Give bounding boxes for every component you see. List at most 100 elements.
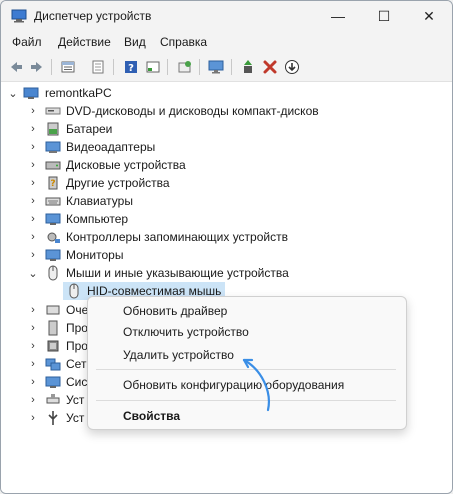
add-driver-button[interactable] xyxy=(238,57,258,77)
svg-text:?: ? xyxy=(50,179,55,189)
tree-root[interactable]: ⌄ remontkaPC xyxy=(1,84,452,102)
tree-item-mice[interactable]: ⌄ Мыши и иные указывающие устройства xyxy=(1,264,452,282)
details-icon xyxy=(146,61,160,73)
tree-item-label: Другие устройства xyxy=(66,176,170,190)
svg-text:?: ? xyxy=(128,63,134,74)
update-button[interactable] xyxy=(282,57,302,77)
tree-item-display-adapters[interactable]: › Видеоадаптеры xyxy=(1,138,452,156)
menu-help[interactable]: Справка xyxy=(160,35,207,49)
show-hidden-button[interactable] xyxy=(88,57,108,77)
close-button[interactable]: ✕ xyxy=(406,1,452,31)
tree-item-label: Видеоадаптеры xyxy=(66,140,156,154)
title-bar: Диспетчер устройств — ☐ ✕ xyxy=(1,1,452,31)
chevron-right-icon[interactable]: › xyxy=(27,194,39,208)
minimize-button[interactable]: — xyxy=(315,1,361,31)
remove-icon xyxy=(263,60,277,74)
chevron-right-icon[interactable]: › xyxy=(27,158,39,172)
tree-item-label: Мониторы xyxy=(66,248,124,262)
help-button[interactable]: ? xyxy=(121,57,141,77)
tree-item-label: Сет xyxy=(66,357,87,371)
tree-item-dvd[interactable]: › DVD-дисководы и дисководы компакт-диск… xyxy=(1,102,452,120)
properties-icon xyxy=(61,61,75,73)
computer-root-icon xyxy=(23,87,39,99)
details-button[interactable] xyxy=(143,57,163,77)
remove-button[interactable] xyxy=(260,57,280,77)
tree-item-keyboards[interactable]: › Клавиатуры xyxy=(1,192,452,210)
add-driver-icon xyxy=(244,60,252,73)
device-manager-app-icon xyxy=(11,9,27,23)
tree-root-label: remontkaPC xyxy=(45,86,112,100)
tree-item-label: Клавиатуры xyxy=(66,194,133,208)
menu-action[interactable]: Действие xyxy=(58,35,111,49)
dvd-icon xyxy=(45,107,61,115)
software-icon xyxy=(48,320,58,336)
chevron-down-icon[interactable]: ⌄ xyxy=(7,86,19,100)
back-icon xyxy=(11,62,22,72)
network-icon xyxy=(45,358,61,371)
monitor-icon xyxy=(45,249,61,261)
chevron-right-icon[interactable]: › xyxy=(27,140,39,154)
tree-item-label: Про xyxy=(66,321,88,335)
chevron-right-icon[interactable]: › xyxy=(27,122,39,136)
tree-item-label: Компьютер xyxy=(66,212,129,226)
ctx-separator xyxy=(96,369,396,370)
tree-item-label: Уст xyxy=(66,411,85,425)
back-button[interactable] xyxy=(6,57,26,77)
chevron-down-icon[interactable]: ⌄ xyxy=(27,266,39,280)
tree-item-label: Дисковые устройства xyxy=(66,158,186,172)
system-icon xyxy=(45,376,61,388)
hid-icon xyxy=(46,394,60,404)
tree-item-batteries[interactable]: › Батареи xyxy=(1,120,452,138)
chevron-right-icon[interactable]: › xyxy=(27,357,39,371)
chevron-right-icon[interactable]: › xyxy=(27,104,39,118)
disk-drive-icon xyxy=(45,161,61,170)
window-title: Диспетчер устройств xyxy=(34,9,152,23)
display-adapter-icon xyxy=(45,141,61,153)
tree-item-storage-controllers[interactable]: › Контроллеры запоминающих устройств xyxy=(1,228,452,246)
ctx-properties[interactable]: Свойства xyxy=(123,409,180,423)
ctx-uninstall-device[interactable]: Удалить устройство xyxy=(123,348,234,362)
chevron-right-icon[interactable]: › xyxy=(27,393,39,407)
chevron-right-icon[interactable]: › xyxy=(27,212,39,226)
tree-item-disk-drives[interactable]: › Дисковые устройства xyxy=(1,156,452,174)
monitor-button[interactable] xyxy=(206,57,226,77)
update-icon xyxy=(285,60,299,74)
tree-item-label: Мыши и иные указывающие устройства xyxy=(66,266,289,280)
ctx-disable-device[interactable]: Отключить устройство xyxy=(123,325,249,339)
maximize-icon: ☐ xyxy=(377,7,391,24)
menu-bar: Файл Действие Вид Справка xyxy=(1,31,452,53)
device-tree: ⌄ remontkaPC › DVD-дисководы и дисководы… xyxy=(1,82,452,493)
chevron-right-icon[interactable]: › xyxy=(27,375,39,389)
properties-button[interactable] xyxy=(58,57,78,77)
tree-item-label: Батареи xyxy=(66,122,113,136)
scan-hardware-icon xyxy=(178,61,191,73)
chevron-right-icon[interactable]: › xyxy=(27,339,39,353)
keyboard-icon xyxy=(45,197,61,206)
tree-item-label: DVD-дисководы и дисководы компакт-дисков xyxy=(66,104,319,118)
other-devices-icon: ? xyxy=(48,176,58,190)
monitor-icon xyxy=(208,60,224,74)
chevron-right-icon[interactable]: › xyxy=(27,303,39,317)
chevron-right-icon[interactable]: › xyxy=(27,248,39,262)
menu-view[interactable]: Вид xyxy=(124,35,146,49)
tree-item-label: Уст xyxy=(66,393,85,407)
scan-hardware-button[interactable] xyxy=(175,57,195,77)
menu-file[interactable]: Файл xyxy=(12,35,42,49)
tree-item-other-devices[interactable]: › ? Другие устройства xyxy=(1,174,452,192)
minimize-icon: — xyxy=(331,8,345,24)
ctx-update-driver[interactable]: Обновить драйвер xyxy=(123,304,227,318)
chevron-right-icon[interactable]: › xyxy=(27,230,39,244)
forward-button[interactable] xyxy=(27,57,47,77)
tree-item-label: Про xyxy=(66,339,88,353)
tree-item-computer[interactable]: › Компьютер xyxy=(1,210,452,228)
chevron-right-icon[interactable]: › xyxy=(27,321,39,335)
maximize-button[interactable]: ☐ xyxy=(361,1,407,31)
show-hidden-icon xyxy=(92,60,104,74)
chevron-right-icon[interactable]: › xyxy=(27,176,39,190)
battery-icon xyxy=(47,122,59,136)
usb-icon xyxy=(48,411,58,425)
tree-item-label: Оче xyxy=(66,303,89,317)
ctx-scan-hardware[interactable]: Обновить конфигурацию оборудования xyxy=(123,378,344,392)
tree-item-monitors[interactable]: › Мониторы xyxy=(1,246,452,264)
chevron-right-icon[interactable]: › xyxy=(27,411,39,425)
